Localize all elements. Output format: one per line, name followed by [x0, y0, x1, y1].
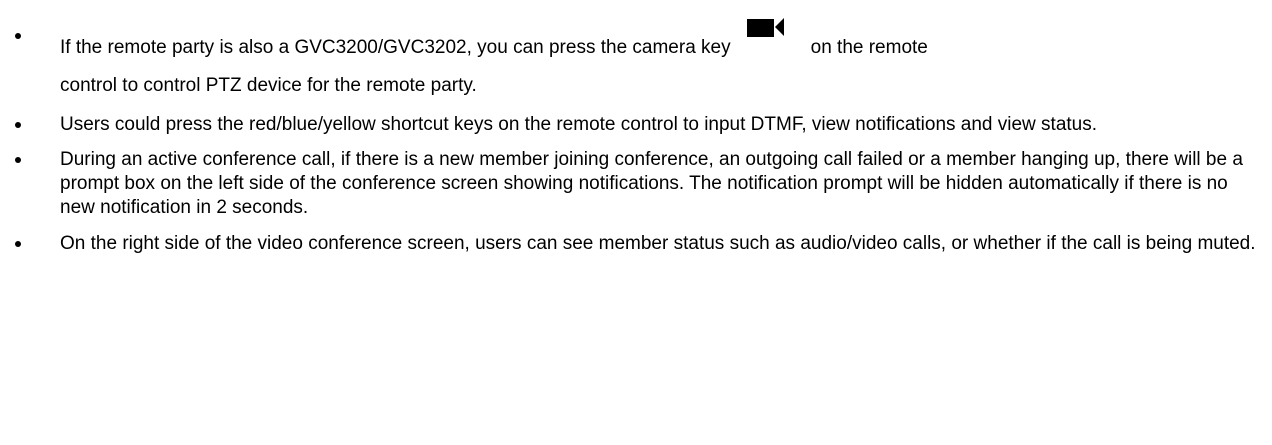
list-item: On the right side of the video conferenc… — [0, 232, 1272, 256]
bullet-text-before-icon: If the remote party is also a GVC3200/GV… — [60, 37, 731, 58]
bullet-list: If the remote party is also a GVC3200/GV… — [0, 17, 1272, 256]
camera-icon — [746, 17, 787, 41]
bullet-text: On the right side of the video conferenc… — [60, 233, 1256, 254]
bullet-dot — [15, 241, 21, 247]
bullet-dot — [15, 33, 21, 39]
document-page: If the remote party is also a GVC3200/GV… — [0, 17, 1272, 445]
bullet-dot — [15, 122, 21, 128]
bullet-text-continuation: control to control PTZ device for the re… — [60, 75, 477, 96]
list-item: If the remote party is also a GVC3200/GV… — [0, 17, 1272, 105]
bullet-text: During an active conference call, if the… — [60, 149, 1243, 218]
list-item: During an active conference call, if the… — [0, 148, 1272, 220]
bullet-text-after-icon: on the remote — [810, 37, 928, 58]
bullet-text: Users could press the red/blue/yellow sh… — [60, 114, 1098, 135]
list-item: Users could press the red/blue/yellow sh… — [0, 113, 1272, 137]
bullet-dot — [15, 157, 21, 163]
